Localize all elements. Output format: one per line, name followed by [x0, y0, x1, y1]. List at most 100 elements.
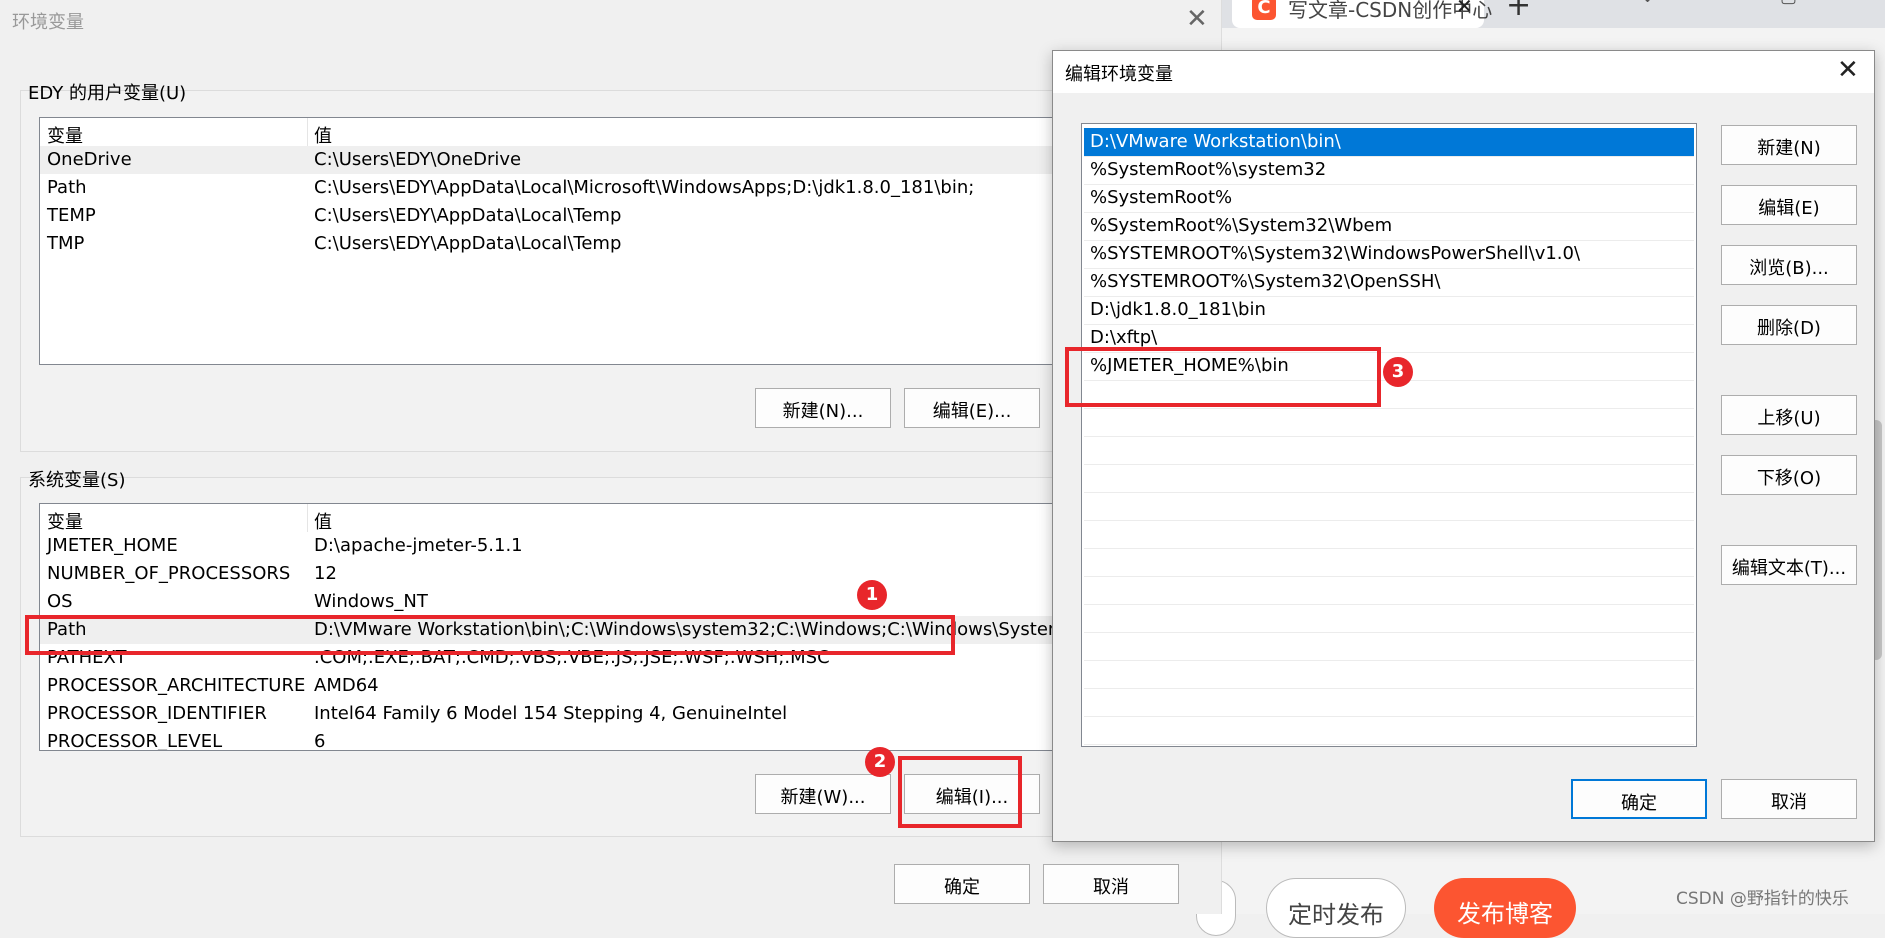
user-edit-button[interactable]: 编辑(E)... [904, 388, 1040, 428]
var-name: Path [47, 177, 87, 198]
user-variables-list[interactable]: 变量 值 OneDrive C:\Users\EDY\OneDrive Path… [39, 117, 1060, 365]
list-item[interactable]: %SystemRoot%\system32 [1084, 156, 1694, 185]
var-name: PROCESSOR_LEVEL [47, 731, 223, 751]
csdn-watermark: CSDN @野指针的快乐 [1676, 889, 1849, 909]
annotation-box-path-row [25, 615, 955, 655]
column-header-variable[interactable]: 变量 [47, 122, 83, 148]
var-value: C:\Users\EDY\AppData\Local\Temp [314, 205, 622, 226]
dialog-title: 环境变量 [12, 12, 84, 33]
path-text: D:\VMware Workstation\bin\ [1090, 131, 1341, 152]
user-new-button[interactable]: 新建(N)... [755, 388, 891, 428]
move-up-button[interactable]: 上移(U) [1721, 395, 1857, 435]
var-value: D:\apache-jmeter-5.1.1 [314, 535, 523, 556]
edit-path-button[interactable]: 编辑(E) [1721, 185, 1857, 225]
cancel-button[interactable]: 取消 [1043, 864, 1179, 904]
annotation-box-edit-button [898, 756, 1022, 828]
edit-environment-variable-dialog: 编辑环境变量 ✕ D:\VMware Workstation\bin\ %Sys… [1052, 50, 1875, 842]
ok-button[interactable]: 确定 [894, 864, 1030, 904]
path-text: D:\xftp\ [1090, 327, 1158, 348]
delete-button[interactable]: 删除(D) [1721, 305, 1857, 345]
close-icon[interactable]: ✕ [1186, 4, 1208, 34]
publish-blog-button[interactable]: 发布博客 [1434, 878, 1576, 938]
cancel-button[interactable]: 取消 [1721, 779, 1857, 819]
list-item-selected[interactable]: D:\VMware Workstation\bin\ [1084, 128, 1694, 157]
table-row[interactable]: TMP C:\Users\EDY\AppData\Local\Temp [40, 230, 1059, 258]
var-name: TEMP [47, 205, 96, 226]
path-entries-list[interactable]: D:\VMware Workstation\bin\ %SystemRoot%\… [1081, 123, 1697, 747]
dialog-titlebar [1053, 51, 1874, 93]
list-header: 变量 值 [40, 118, 1059, 148]
close-window-icon[interactable]: — [1852, 0, 1870, 7]
var-value: C:\Users\EDY\AppData\Local\Temp [314, 233, 622, 254]
column-header-variable[interactable]: 变量 [47, 508, 83, 534]
path-text: %SystemRoot%\system32 [1090, 159, 1327, 180]
close-icon[interactable]: ✕ [1837, 55, 1859, 85]
var-value: Intel64 Family 6 Model 154 Stepping 4, G… [314, 703, 788, 724]
var-name: PROCESSOR_IDENTIFIER [47, 703, 267, 724]
list-item[interactable]: %SystemRoot%\System32\Wbem [1084, 212, 1694, 241]
move-down-button[interactable]: 下移(O) [1721, 455, 1857, 495]
column-header-value[interactable]: 值 [314, 508, 332, 534]
tab-close-icon[interactable]: ✕ [1456, 0, 1473, 18]
table-row[interactable]: JMETER_HOME D:\apache-jmeter-5.1.1 [40, 532, 1059, 560]
list-item-empty[interactable] [1084, 520, 1694, 549]
var-value: AMD64 [314, 675, 379, 696]
browse-button[interactable]: 浏览(B)... [1721, 245, 1857, 285]
list-item-empty[interactable] [1084, 408, 1694, 437]
new-tab-icon[interactable]: + [1506, 0, 1531, 23]
table-row[interactable]: PROCESSOR_LEVEL 6 [40, 728, 1059, 751]
edit-text-button[interactable]: 编辑文本(T)... [1721, 545, 1857, 585]
list-item-empty[interactable] [1084, 436, 1694, 465]
environment-variables-dialog: 环境变量 ✕ EDY 的用户变量(U) 变量 值 OneDrive C:\Use… [0, 0, 1222, 914]
path-text: %SYSTEMROOT%\System32\WindowsPowerShell\… [1090, 243, 1581, 264]
list-item-empty[interactable] [1084, 688, 1694, 717]
list-item-empty[interactable] [1084, 660, 1694, 689]
table-row[interactable]: OneDrive C:\Users\EDY\OneDrive [40, 146, 1059, 174]
var-name: PROCESSOR_ARCHITECTURE [47, 675, 306, 696]
annotation-badge-3: 3 [1383, 357, 1413, 387]
var-name: OneDrive [47, 149, 132, 170]
table-row[interactable]: PROCESSOR_IDENTIFIER Intel64 Family 6 Mo… [40, 700, 1059, 728]
list-item-empty[interactable] [1084, 548, 1694, 577]
list-header: 变量 值 [40, 504, 1059, 534]
annotation-badge-2: 2 [865, 747, 895, 777]
list-item[interactable]: %SystemRoot% [1084, 184, 1694, 213]
path-text: %SYSTEMROOT%\System32\OpenSSH\ [1090, 271, 1441, 292]
path-text: D:\jdk1.8.0_181\bin [1090, 299, 1266, 320]
table-row[interactable]: TEMP C:\Users\EDY\AppData\Local\Temp [40, 202, 1059, 230]
restore-icon[interactable]: ▢ [1780, 0, 1797, 7]
new-path-button[interactable]: 新建(N) [1721, 125, 1857, 165]
dialog-title: 编辑环境变量 [1065, 64, 1173, 85]
csdn-logo-icon: C [1252, 0, 1276, 20]
var-name: NUMBER_OF_PROCESSORS [47, 563, 291, 584]
list-item-empty[interactable] [1084, 632, 1694, 661]
column-header-value[interactable]: 值 [314, 122, 332, 148]
var-value: 6 [314, 731, 326, 751]
var-value: C:\Users\EDY\OneDrive [314, 149, 522, 170]
path-text: %SystemRoot% [1090, 187, 1233, 208]
schedule-publish-button[interactable]: 定时发布 [1266, 878, 1406, 938]
user-variables-label: EDY 的用户变量(U) [28, 83, 187, 104]
system-variables-label: 系统变量(S) [28, 470, 126, 491]
table-row[interactable]: NUMBER_OF_PROCESSORS 12 [40, 560, 1059, 588]
table-row[interactable]: Path C:\Users\EDY\AppData\Local\Microsof… [40, 174, 1059, 202]
list-item[interactable]: D:\jdk1.8.0_181\bin [1084, 296, 1694, 325]
annotation-box-new-path [1065, 347, 1381, 407]
list-item-empty[interactable] [1084, 604, 1694, 633]
system-new-button[interactable]: 新建(W)... [755, 774, 891, 814]
table-row[interactable]: PROCESSOR_ARCHITECTURE AMD64 [40, 672, 1059, 700]
list-item-empty[interactable] [1084, 576, 1694, 605]
chevron-down-icon[interactable]: ⌄ [1640, 0, 1655, 7]
list-item-empty[interactable] [1084, 716, 1694, 745]
annotation-badge-1: 1 [857, 580, 887, 610]
list-item[interactable]: %SYSTEMROOT%\System32\WindowsPowerShell\… [1084, 240, 1694, 269]
var-name: TMP [47, 233, 85, 254]
path-text: %SystemRoot%\System32\Wbem [1090, 215, 1393, 236]
var-value: C:\Users\EDY\AppData\Local\Microsoft\Win… [314, 177, 975, 198]
list-item-empty[interactable] [1084, 492, 1694, 521]
list-item[interactable]: %SYSTEMROOT%\System32\OpenSSH\ [1084, 268, 1694, 297]
list-item-empty[interactable] [1084, 464, 1694, 493]
ok-button[interactable]: 确定 [1571, 779, 1707, 819]
var-value: Windows_NT [314, 591, 428, 612]
table-row[interactable]: OS Windows_NT [40, 588, 1059, 616]
